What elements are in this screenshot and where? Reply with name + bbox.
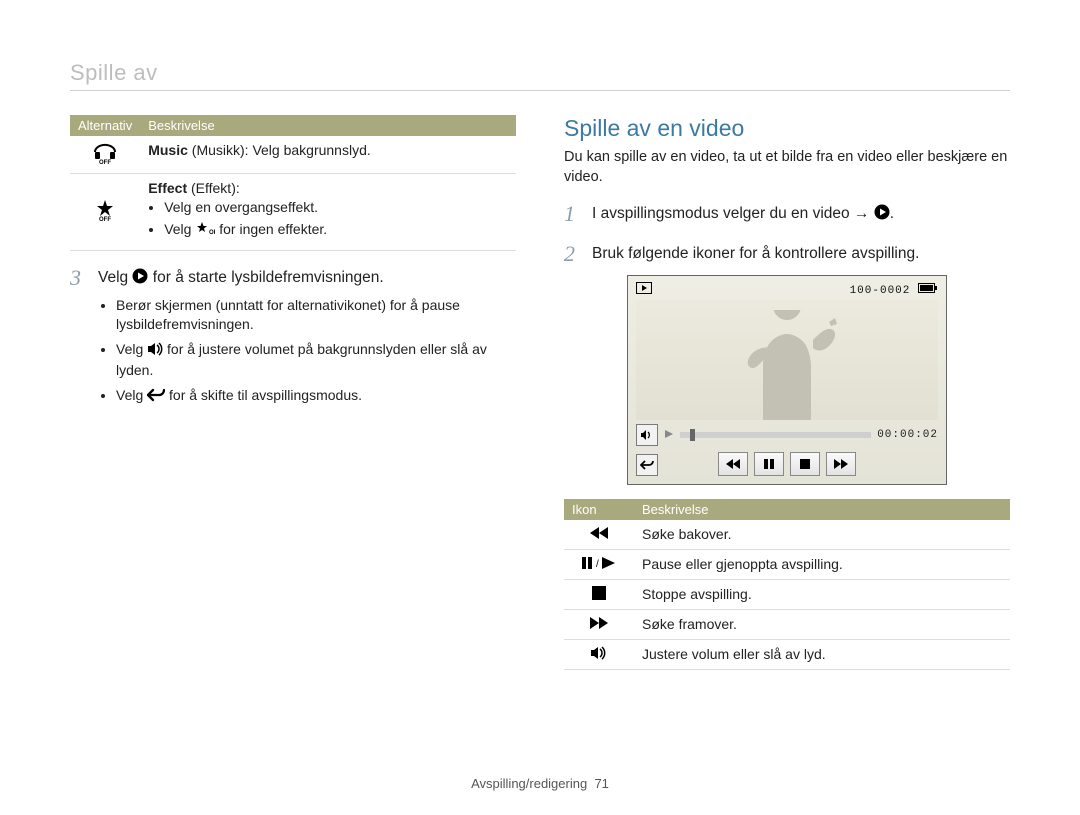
icon-description-table: Ikon Beskrivelse Søke bakover. [564,499,1010,670]
speaker-desc: Justere volum eller slå av lyd. [634,639,1010,669]
stop-desc: Stoppe avspilling. [634,579,1010,609]
table-row: OFF Music (Musikk): Velg bakgrunnslyd. [70,136,516,174]
right-column: Spille av en video Du kan spille av en v… [564,115,1010,670]
step3-bullet-2: Velg for å justere volumet på bakgrunnsl… [116,340,516,380]
step-number: 1 [564,203,582,227]
battery-icon [918,284,938,296]
step1-text: I avspillingsmodus velger du en video → [592,205,874,222]
play-disc-icon [874,204,890,227]
volume-button[interactable] [636,424,658,446]
sparkle-off-inline-icon: OFF [195,222,215,241]
step2-text: Bruk følgende ikoner for å kontrollere a… [592,243,1010,265]
step-2: 2 Bruk følgende ikoner for å kontrollere… [564,243,1010,265]
play-disc-icon [132,268,148,291]
two-column-layout: Alternativ Beskrivelse OFF [70,115,1010,670]
icon-header-description: Beskrivelse [634,499,1010,520]
section-title: Spille av en video [564,115,1010,142]
svg-text:OFF: OFF [99,217,111,221]
progress-bar[interactable] [680,432,871,438]
page-footer: Avspilling/redigering 71 [0,776,1080,791]
svg-text:OFF: OFF [209,230,215,236]
effect-off-icon: OFF [70,174,140,251]
svg-text:/: / [596,559,599,570]
playback-mode-icon [636,282,652,297]
back-button[interactable] [636,454,658,476]
effect-description: Effect (Effekt): Velg en overgangseffekt… [140,174,516,251]
svg-text:OFF: OFF [99,160,111,164]
table-row: Stoppe avspilling. [564,579,1010,609]
effect-bullet-1: Velg en overgangseffekt. [164,198,508,217]
elapsed-time: 00:00:02 [877,429,938,441]
step-1: 1 I avspillingsmodus velger du en video … [564,203,1010,227]
effect-bullet-2: Velg OFF for ingen effekter. [164,220,508,241]
table-row: Søke framover. [564,609,1010,639]
step3-bullet-1: Berør skjermen (unntatt for alternativik… [116,296,516,334]
manual-page: Spille av Alternativ Beskrivelse [0,0,1080,815]
stop-button[interactable] [790,452,820,476]
options-header-alternative: Alternativ [70,115,140,136]
left-column: Alternativ Beskrivelse OFF [70,115,516,670]
step-number: 3 [70,267,88,413]
step3-text-a: Velg [98,269,132,286]
table-row: Søke bakover. [564,520,1010,550]
step3-bullet-3: Velg for å skifte til avspillingsmodus. [116,386,516,407]
ff-desc: Søke framover. [634,609,1010,639]
fast-forward-icon [564,609,634,639]
rewind-button[interactable] [718,452,748,476]
pause-play-desc: Pause eller gjenoppta avspilling. [634,549,1010,579]
options-table: Alternativ Beskrivelse OFF [70,115,516,251]
return-icon [147,388,165,407]
file-counter: 100-0002 [850,285,911,297]
pause-button[interactable] [754,452,784,476]
table-row: / Pause eller gjenoppta avspilling. [564,549,1010,579]
step3-text-b: for å starte lysbildefremvisningen. [153,269,384,286]
pause-play-icon: / [564,549,634,579]
step-3: 3 Velg for å starte lysbildefremvisninge… [70,267,516,413]
rewind-icon [564,520,634,550]
section-intro: Du kan spille av en video, ta ut et bild… [564,148,1010,187]
fast-forward-button[interactable] [826,452,856,476]
video-player-preview: 100-0002 [627,275,947,485]
child-silhouette [717,310,857,420]
running-head: Spille av [70,60,1010,91]
stop-icon [564,579,634,609]
speaker-icon [147,342,163,361]
table-row: OFF Effect (Effekt): Velg en overgangsef… [70,174,516,251]
icon-header-icon: Ikon [564,499,634,520]
table-row: Justere volum eller slå av lyd. [564,639,1010,669]
options-header-description: Beskrivelse [140,115,516,136]
step-number: 2 [564,243,582,265]
rewind-desc: Søke bakover. [634,520,1010,550]
play-indicator-icon [664,426,674,444]
music-off-icon: OFF [70,136,140,174]
speaker-icon [564,639,634,669]
music-description: Music (Musikk): Velg bakgrunnslyd. [140,136,516,174]
